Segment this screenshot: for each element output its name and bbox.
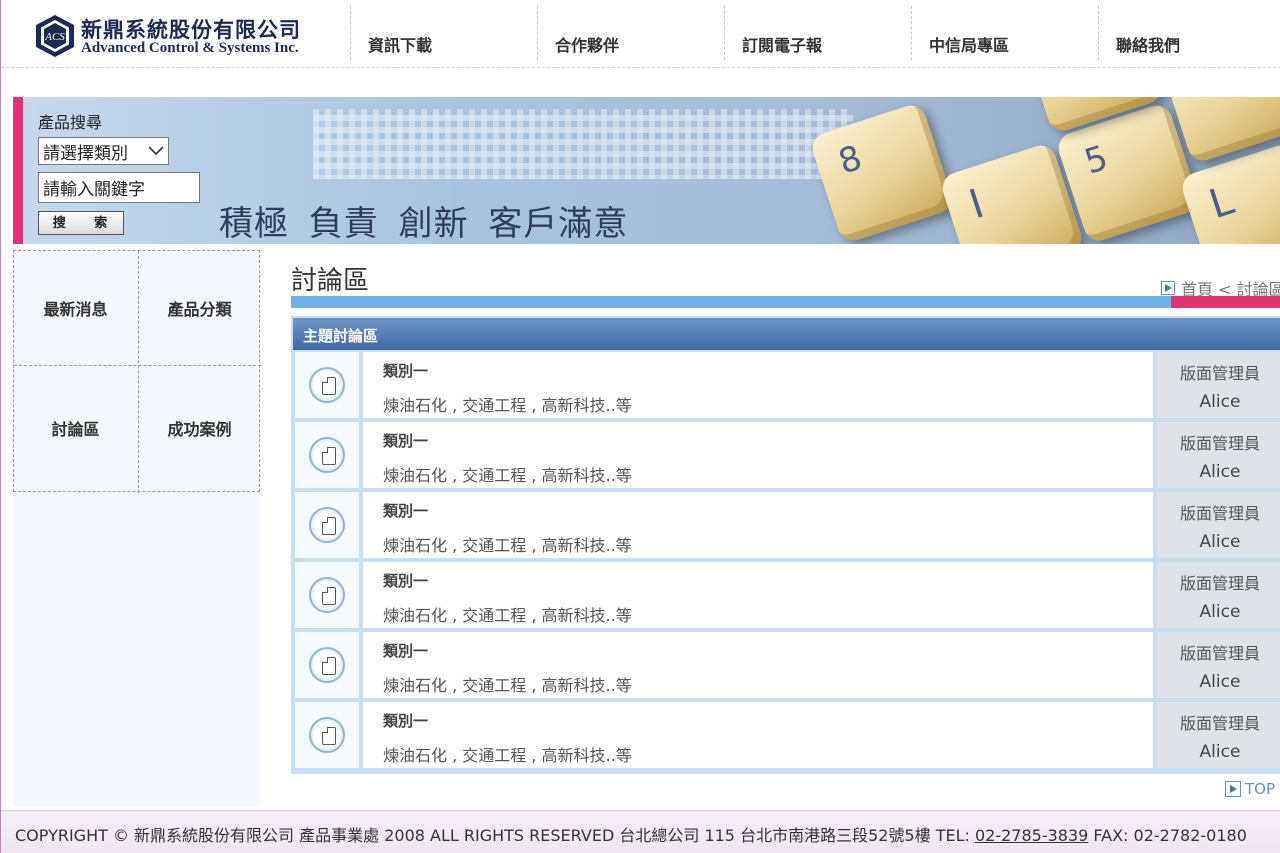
nav-partners[interactable]: 合作夥伴 [537,6,725,60]
forum-row[interactable]: 類別一 煉油石化 , 交通工程 , 高新科技..等 版面管理員 Alice [295,352,1280,418]
admin-name: Alice [1199,532,1241,552]
arrow-right-icon [1161,281,1175,295]
title-underline-bar [291,296,1171,308]
forum-row-admin-cell: 版面管理員 Alice [1157,352,1280,418]
title-underline-accent [1171,296,1280,308]
forum-row-text-cell: 類別一 煉油石化 , 交通工程 , 高新科技..等 [363,422,1153,488]
banner-accent-bar [13,97,23,244]
admin-name: Alice [1199,462,1241,482]
banner-slogan: 積極 負責 創新 客戶滿意 [219,204,629,244]
forum-row-admin-cell: 版面管理員 Alice [1157,702,1280,768]
site-footer: COPYRIGHT © 新鼎系統股份有限公司 產品事業處 2008 ALL RI… [1,810,1280,853]
forum-row-icon-cell [295,562,359,628]
product-search-label: 產品搜尋 [38,113,103,132]
admin-role: 版面管理員 [1179,364,1260,383]
forum-row[interactable]: 類別一 煉油石化 , 交通工程 , 高新科技..等 版面管理員 Alice [295,702,1280,768]
forum-row-icon-cell [295,352,359,418]
keyword-input[interactable] [38,172,200,203]
forum-row-text-cell: 類別一 煉油石化 , 交通工程 , 高新科技..等 [363,352,1153,418]
nav-downloads[interactable]: 資訊下載 [350,6,538,60]
forum-row-text-cell: 類別一 煉油石化 , 交通工程 , 高新科技..等 [363,702,1153,768]
category-description: 煉油石化 , 交通工程 , 高新科技..等 [383,536,632,555]
forum-row-admin-cell: 版面管理員 Alice [1157,422,1280,488]
banner: 8 I 5 L [13,97,1280,244]
sidebar-menu: 最新消息 產品分類 討論區 成功案例 [13,250,261,493]
nav-contact-us[interactable]: 聯絡我們 [1098,6,1280,60]
company-logo[interactable]: ACS 新鼎系統股份有限公司 Advanced Control & System… [33,12,313,60]
acs-emblem-icon: ACS [36,15,74,57]
arrow-right-icon [1225,781,1241,797]
forum-row-text-cell: 類別一 煉油石化 , 交通工程 , 高新科技..等 [363,632,1153,698]
forum-row-icon-cell [295,492,359,558]
forum-row[interactable]: 類別一 煉油石化 , 交通工程 , 高新科技..等 版面管理員 Alice [295,632,1280,698]
admin-name: Alice [1199,672,1241,692]
nav-newsletter[interactable]: 訂閱電子報 [724,6,912,60]
admin-name: Alice [1199,602,1241,622]
site-header: ACS 新鼎系統股份有限公司 Advanced Control & System… [1,0,1280,68]
forum-row-icon-cell [295,422,359,488]
forum-row[interactable]: 類別一 煉油石化 , 交通工程 , 高新科技..等 版面管理員 Alice [295,492,1280,558]
document-icon [309,577,345,613]
admin-role: 版面管理員 [1179,714,1260,733]
forum-row-icon-cell [295,632,359,698]
sidebar-item-product-categories[interactable]: 產品分類 [138,251,261,365]
category-name[interactable]: 類別一 [383,430,428,451]
category-select-value: 請選擇類別 [43,143,128,164]
forum-table-header: 主題討論區 [293,318,1280,350]
page-title: 討論區 [291,266,370,296]
forum-row-admin-cell: 版面管理員 Alice [1157,492,1280,558]
footer-copyright: COPYRIGHT © 新鼎系統股份有限公司 產品事業處 2008 ALL RI… [15,826,975,845]
admin-name: Alice [1199,742,1241,762]
category-name[interactable]: 類別一 [383,360,428,381]
category-name[interactable]: 類別一 [383,710,428,731]
admin-role: 版面管理員 [1179,574,1260,593]
forum-row-icon-cell [295,702,359,768]
search-button[interactable]: 搜 索 [38,211,124,235]
back-to-top-link[interactable]: TOP [1225,780,1275,798]
header-divider [1,64,1280,68]
category-name[interactable]: 類別一 [383,570,428,591]
forum-row-text-cell: 類別一 煉油石化 , 交通工程 , 高新科技..等 [363,562,1153,628]
sidebar: 最新消息 產品分類 討論區 成功案例 [13,250,261,807]
admin-role: 版面管理員 [1179,644,1260,663]
category-description: 煉油石化 , 交通工程 , 高新科技..等 [383,606,632,625]
keyboard-keys-image: 8 I 5 L [808,97,1280,244]
footer-fax: FAX: 02-2782-0180 [1088,826,1247,845]
category-select[interactable]: 請選擇類別 [38,137,169,165]
admin-name: Alice [1199,392,1241,412]
document-icon [309,647,345,683]
forum-row[interactable]: 類別一 煉油石化 , 交通工程 , 高新科技..等 版面管理員 Alice [295,422,1280,488]
emblem-text: ACS [44,31,65,43]
category-name[interactable]: 類別一 [383,500,428,521]
footer-tel-link[interactable]: 02-2785-3839 [975,826,1088,845]
category-description: 煉油石化 , 交通工程 , 高新科技..等 [383,466,632,485]
sidebar-item-case-studies[interactable]: 成功案例 [138,365,261,491]
nav-cbt-zone[interactable]: 中信局專區 [911,6,1099,60]
category-description: 煉油石化 , 交通工程 , 高新科技..等 [383,676,632,695]
document-icon [309,717,345,753]
banner-pattern [313,109,853,179]
page: ACS 新鼎系統股份有限公司 Advanced Control & System… [0,0,1280,853]
sidebar-item-news[interactable]: 最新消息 [14,251,137,365]
forum-row-text-cell: 類別一 煉油石化 , 交通工程 , 高新科技..等 [363,492,1153,558]
document-icon [309,437,345,473]
category-description: 煉油石化 , 交通工程 , 高新科技..等 [383,396,632,415]
forum-table: 主題討論區 類別一 煉油石化 , 交通工程 , 高新科技..等 版面管理員 Al… [291,316,1280,774]
top-navigation: 資訊下載 合作夥伴 訂閱電子報 中信局專區 聯絡我們 [350,0,1280,62]
forum-row[interactable]: 類別一 煉油石化 , 交通工程 , 高新科技..等 版面管理員 Alice [295,562,1280,628]
forum-row-admin-cell: 版面管理員 Alice [1157,562,1280,628]
document-icon [309,367,345,403]
admin-role: 版面管理員 [1179,434,1260,453]
category-description: 煉油石化 , 交通工程 , 高新科技..等 [383,746,632,765]
back-to-top-label: TOP [1245,780,1276,798]
main-content: 討論區 首頁 < 討論區 主題討論區 類別一 煉油石化 , 交通工程 , 高新科… [291,250,1280,810]
sidebar-item-forum[interactable]: 討論區 [14,365,137,491]
forum-row-admin-cell: 版面管理員 Alice [1157,632,1280,698]
category-name[interactable]: 類別一 [383,640,428,661]
admin-role: 版面管理員 [1179,504,1260,523]
document-icon [309,507,345,543]
logo-english-name: Advanced Control & Systems Inc. [81,40,299,56]
chevron-down-icon [148,146,164,156]
